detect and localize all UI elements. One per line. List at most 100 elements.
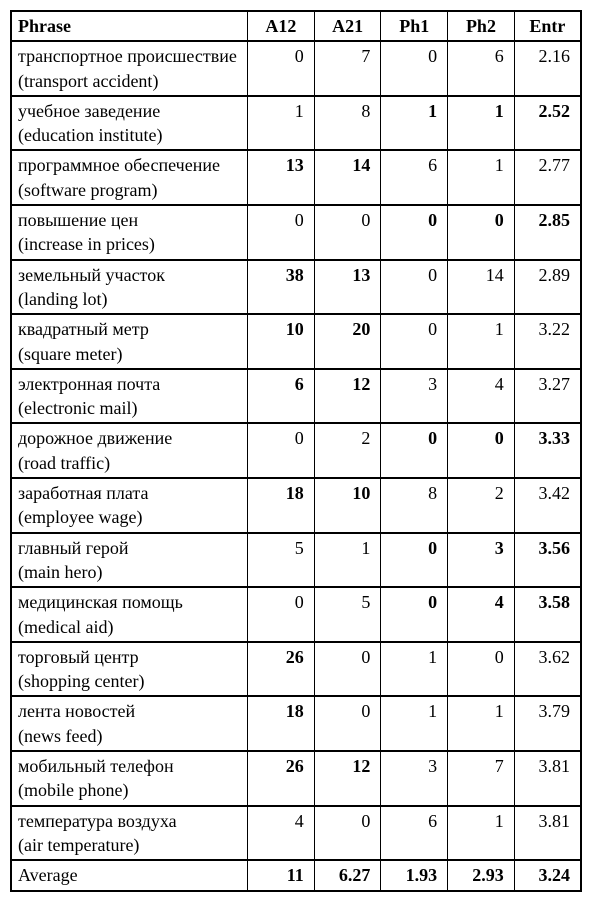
phrase-ru: повышение цен: [18, 208, 241, 232]
a12-cell: 1: [248, 96, 315, 151]
entr-cell: 3.56: [514, 533, 581, 588]
table-row: земельный участок(landing lot)38130142.8…: [11, 260, 581, 315]
table-row: медицинская помощь(medical aid)05043.58: [11, 587, 581, 642]
phrase-en: (shopping center): [18, 669, 241, 693]
ph2-cell: 4: [448, 369, 515, 424]
col-entr: Entr: [514, 11, 581, 41]
ph1-cell: 3: [381, 369, 448, 424]
footer-entr: 3.24: [514, 860, 581, 890]
col-ph2: Ph2: [448, 11, 515, 41]
entr-cell: 2.52: [514, 96, 581, 151]
ph2-cell: 1: [448, 150, 515, 205]
a21-cell: 12: [314, 751, 381, 806]
entr-cell: 3.62: [514, 642, 581, 697]
table-header-row: Phrase A12 A21 Ph1 Ph2 Entr: [11, 11, 581, 41]
a21-cell: 14: [314, 150, 381, 205]
table-row: квадратный метр(square meter)1020013.22: [11, 314, 581, 369]
footer-ph2: 2.93: [448, 860, 515, 890]
ph1-cell: 6: [381, 150, 448, 205]
phrase-en: (education institute): [18, 123, 241, 147]
phrase-ru: квадратный метр: [18, 317, 241, 341]
ph2-cell: 2: [448, 478, 515, 533]
col-a12: A12: [248, 11, 315, 41]
a12-cell: 26: [248, 751, 315, 806]
a21-cell: 13: [314, 260, 381, 315]
entr-cell: 3.58: [514, 587, 581, 642]
phrase-cell: заработная плата(employee wage): [11, 478, 248, 533]
phrase-cell: повышение цен(increase in prices): [11, 205, 248, 260]
entr-cell: 2.77: [514, 150, 581, 205]
entr-cell: 2.85: [514, 205, 581, 260]
a21-cell: 2: [314, 423, 381, 478]
ph2-cell: 0: [448, 205, 515, 260]
ph1-cell: 0: [381, 423, 448, 478]
ph1-cell: 8: [381, 478, 448, 533]
a21-cell: 0: [314, 642, 381, 697]
table-row: повышение цен(increase in prices)00002.8…: [11, 205, 581, 260]
a21-cell: 0: [314, 806, 381, 861]
col-ph1: Ph1: [381, 11, 448, 41]
footer-ph1: 1.93: [381, 860, 448, 890]
phrase-en: (electronic mail): [18, 396, 241, 420]
phrase-ru: главный герой: [18, 536, 241, 560]
entr-cell: 3.42: [514, 478, 581, 533]
phrase-ru: температура воздуха: [18, 809, 241, 833]
ph1-cell: 0: [381, 314, 448, 369]
ph1-cell: 0: [381, 260, 448, 315]
phrase-en: (road traffic): [18, 451, 241, 475]
entr-cell: 3.81: [514, 806, 581, 861]
table-row: транспортное происшествие(transport acci…: [11, 41, 581, 96]
a12-cell: 0: [248, 423, 315, 478]
ph1-cell: 0: [381, 205, 448, 260]
a21-cell: 8: [314, 96, 381, 151]
table-row: дорожное движение(road traffic)02003.33: [11, 423, 581, 478]
data-table: Phrase A12 A21 Ph1 Ph2 Entr транспортное…: [10, 10, 582, 892]
entr-cell: 3.22: [514, 314, 581, 369]
phrase-en: (news feed): [18, 724, 241, 748]
phrase-cell: электронная почта(electronic mail): [11, 369, 248, 424]
table-row: главный герой(main hero)51033.56: [11, 533, 581, 588]
ph1-cell: 0: [381, 41, 448, 96]
table-row: программное обеспечение(software program…: [11, 150, 581, 205]
footer-a12: 11: [248, 860, 315, 890]
phrase-cell: квадратный метр(square meter): [11, 314, 248, 369]
phrase-en: (employee wage): [18, 505, 241, 529]
a12-cell: 5: [248, 533, 315, 588]
entr-cell: 2.16: [514, 41, 581, 96]
phrase-en: (square meter): [18, 342, 241, 366]
ph2-cell: 1: [448, 696, 515, 751]
phrase-cell: учебное заведение(education institute): [11, 96, 248, 151]
phrase-ru: дорожное движение: [18, 426, 241, 450]
table-footer-row: Average116.271.932.933.24: [11, 860, 581, 890]
table-row: торговый центр(shopping center)260103.62: [11, 642, 581, 697]
a21-cell: 12: [314, 369, 381, 424]
phrase-cell: транспортное происшествие(transport acci…: [11, 41, 248, 96]
entr-cell: 3.33: [514, 423, 581, 478]
a21-cell: 0: [314, 696, 381, 751]
phrase-en: (landing lot): [18, 287, 241, 311]
ph1-cell: 1: [381, 696, 448, 751]
a12-cell: 0: [248, 41, 315, 96]
a21-cell: 20: [314, 314, 381, 369]
phrase-ru: транспортное происшествие: [18, 44, 241, 68]
phrase-ru: учебное заведение: [18, 99, 241, 123]
a12-cell: 13: [248, 150, 315, 205]
table-row: температура воздуха(air temperature)4061…: [11, 806, 581, 861]
phrase-cell: земельный участок(landing lot): [11, 260, 248, 315]
table-row: электронная почта(electronic mail)612343…: [11, 369, 581, 424]
phrase-cell: дорожное движение(road traffic): [11, 423, 248, 478]
a12-cell: 10: [248, 314, 315, 369]
ph1-cell: 0: [381, 587, 448, 642]
phrase-ru: торговый центр: [18, 645, 241, 669]
phrase-ru: мобильный телефон: [18, 754, 241, 778]
phrase-ru: лента новостей: [18, 699, 241, 723]
a21-cell: 7: [314, 41, 381, 96]
phrase-en: (increase in prices): [18, 232, 241, 256]
a12-cell: 0: [248, 587, 315, 642]
phrase-cell: главный герой(main hero): [11, 533, 248, 588]
entr-cell: 3.81: [514, 751, 581, 806]
phrase-cell: мобильный телефон(mobile phone): [11, 751, 248, 806]
ph2-cell: 0: [448, 423, 515, 478]
phrase-en: (mobile phone): [18, 778, 241, 802]
phrase-en: (transport accident): [18, 69, 241, 93]
